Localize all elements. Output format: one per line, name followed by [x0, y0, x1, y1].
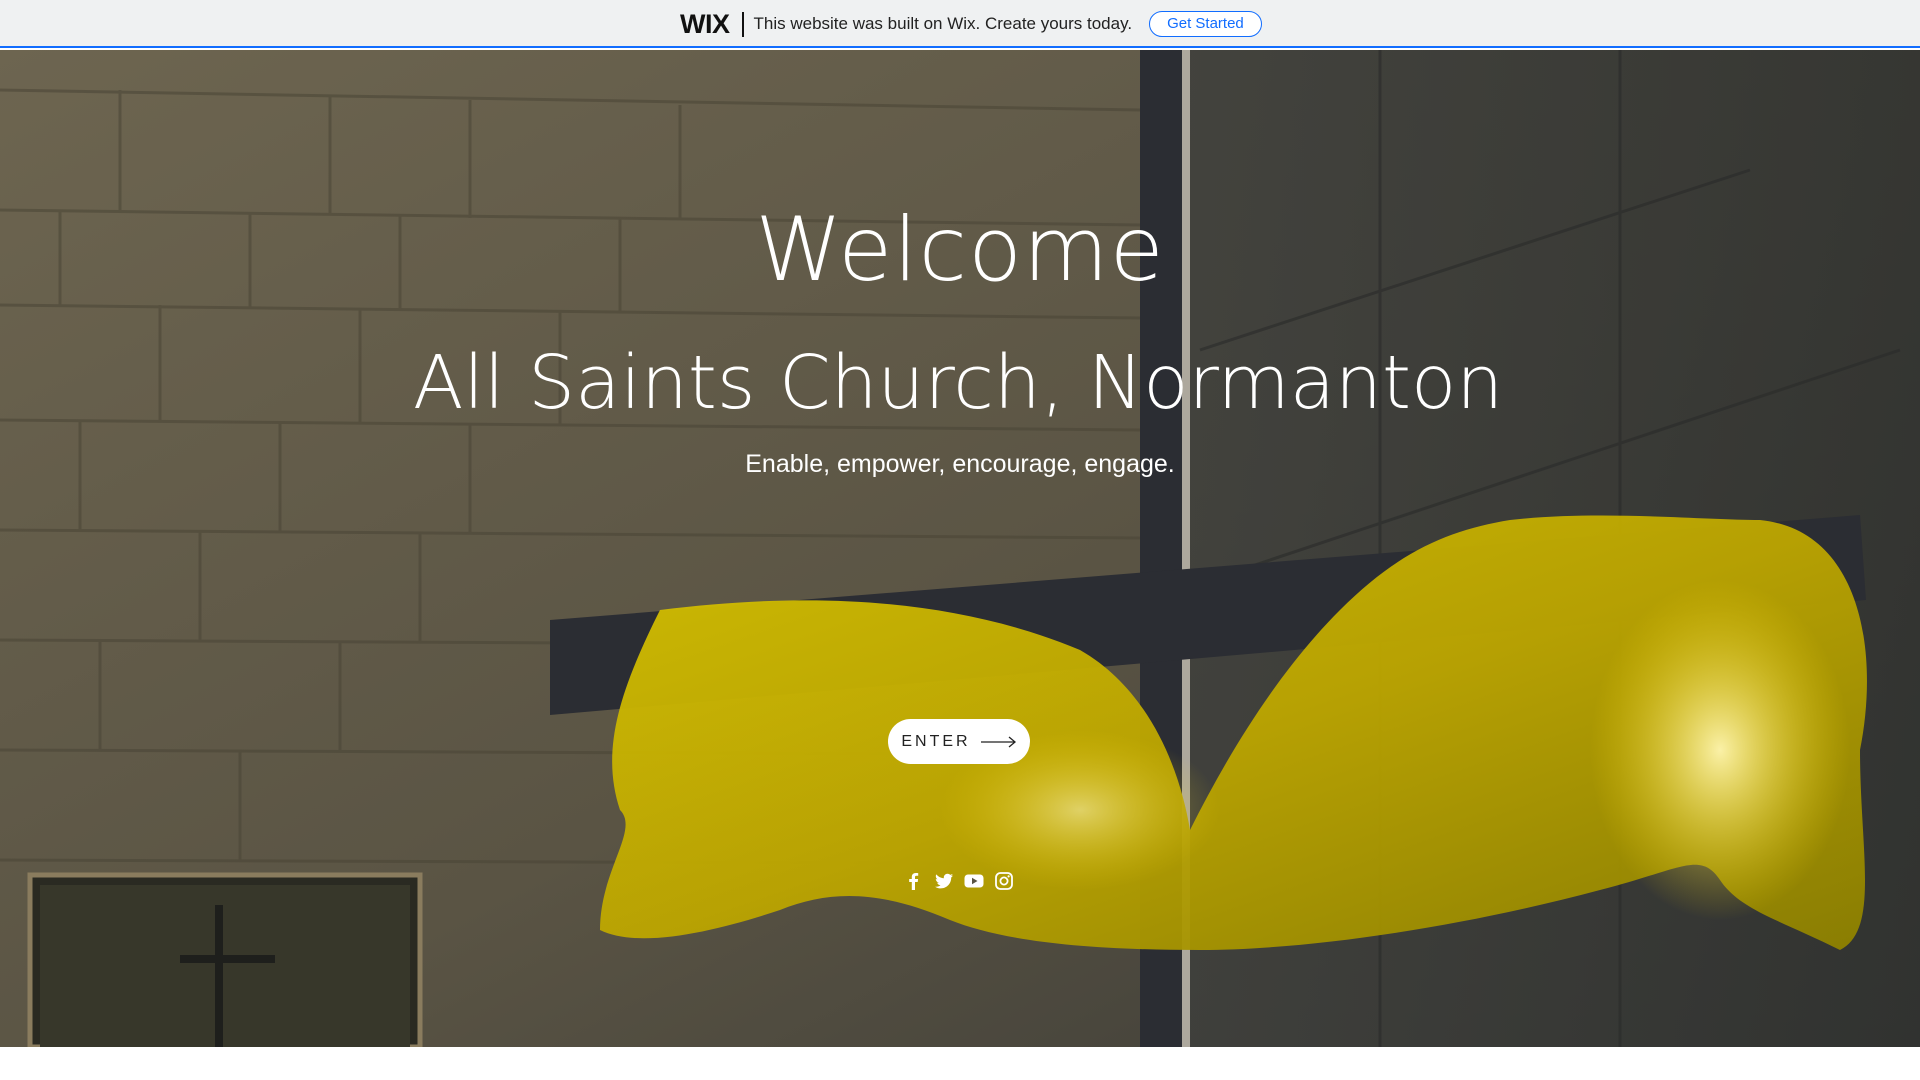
enter-button[interactable]: ENTER — [888, 719, 1030, 764]
facebook-icon[interactable] — [904, 871, 924, 891]
twitter-icon[interactable] — [934, 871, 954, 891]
arrow-right-icon — [980, 736, 1016, 747]
wix-divider — [741, 11, 744, 37]
wix-promo-content: WIX This website was built on Wix. Creat… — [680, 0, 1262, 48]
instagram-icon[interactable] — [994, 871, 1014, 891]
wix-promo-banner: WIX This website was built on Wix. Creat… — [0, 0, 1920, 48]
social-links — [904, 871, 1014, 891]
wix-logo[interactable]: WIX — [680, 9, 730, 40]
get-started-button[interactable]: Get Started — [1149, 11, 1262, 37]
tagline-text: Enable, empower, encourage, engage. — [745, 450, 1175, 478]
enter-label: ENTER — [901, 732, 971, 750]
welcome-heading: Welcome — [755, 198, 1165, 301]
youtube-icon[interactable] — [964, 871, 984, 891]
wix-promo-message: This website was built on Wix. Create yo… — [753, 14, 1133, 33]
hero-section: Welcome All Saints Church, Normanton Ena… — [0, 50, 1920, 1047]
church-name-heading: All Saints Church, Normanton — [412, 340, 1504, 426]
